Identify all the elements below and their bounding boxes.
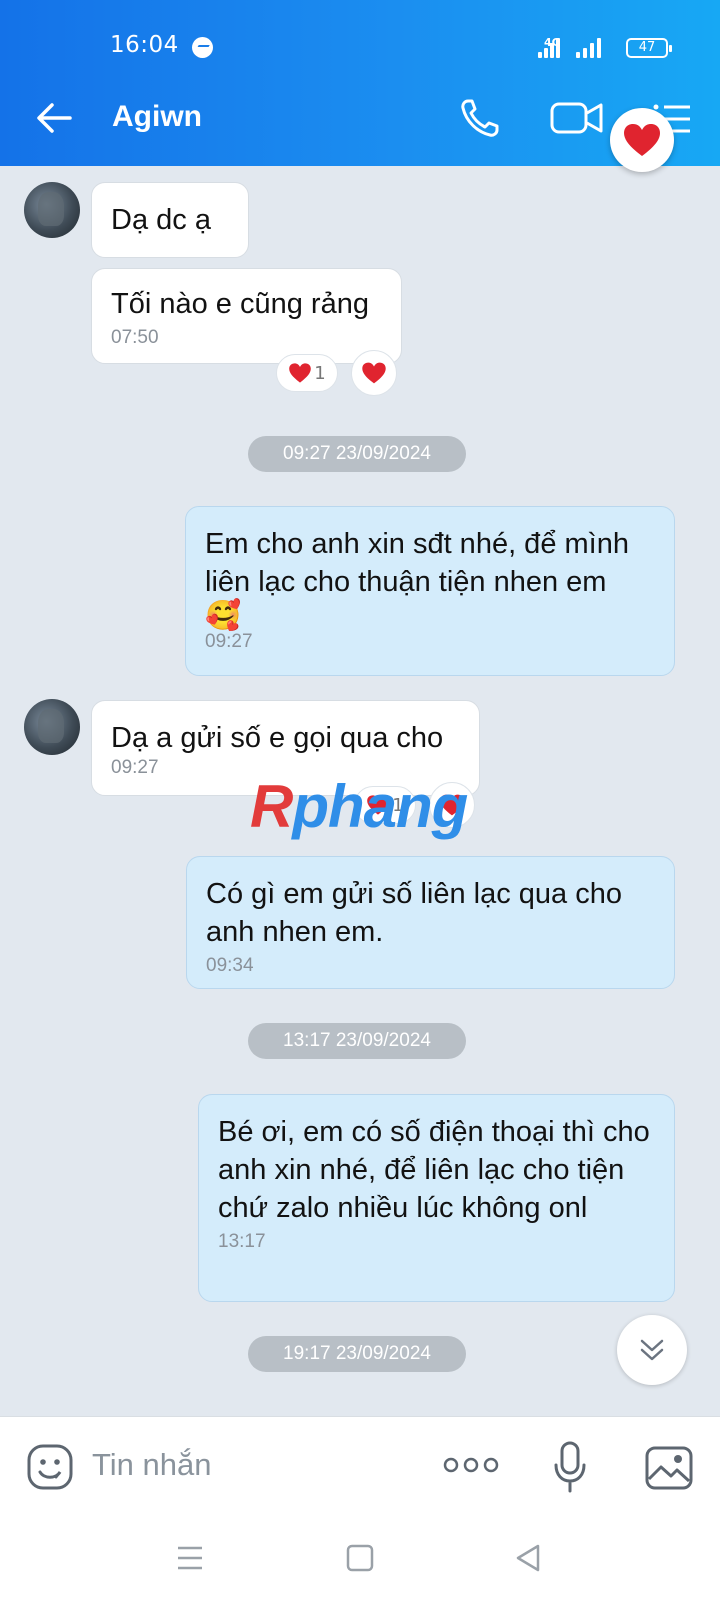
react-heart-button[interactable] — [351, 350, 397, 396]
emoji-icon[interactable] — [26, 1443, 74, 1491]
microphone-icon[interactable] — [552, 1441, 588, 1493]
heart-icon — [624, 124, 660, 156]
message-time: 09:27 — [205, 631, 253, 652]
signal-icon-2 — [576, 38, 604, 58]
message-time: 13:17 — [218, 1231, 266, 1252]
message-text: Dạ a gửi số e gọi qua cho — [111, 722, 444, 754]
reaction-count-badge[interactable]: 1 — [276, 354, 338, 392]
message-bubble-outgoing[interactable]: Có gì em gửi số liên lạc qua cho anh nhe… — [186, 856, 675, 989]
heart-icon — [289, 363, 312, 383]
chevron-double-down-icon — [640, 1339, 664, 1361]
watermark-logo: Rphang — [250, 772, 468, 841]
status-time: 16:04 — [110, 32, 179, 58]
signal-icon — [538, 38, 564, 58]
avatar[interactable] — [24, 182, 80, 238]
video-camera-icon[interactable] — [550, 98, 604, 138]
message-text: Dạ dc ạ — [111, 204, 211, 236]
more-dots-icon[interactable] — [443, 1455, 499, 1475]
date-separator: 13:17 23/09/2024 — [248, 1023, 466, 1059]
battery-indicator: 47 — [626, 38, 672, 58]
status-bar: 16:04 4G 47 — [0, 0, 720, 72]
contact-name[interactable]: Agiwn — [112, 100, 202, 134]
date-separator: 09:27 23/09/2024 — [248, 436, 466, 472]
date-separator: 19:17 23/09/2024 — [248, 1336, 466, 1372]
image-icon[interactable] — [644, 1445, 694, 1491]
nav-back-icon[interactable] — [508, 1538, 548, 1578]
system-navigation-bar — [0, 1516, 720, 1600]
back-arrow-icon[interactable] — [34, 98, 74, 138]
message-bubble-outgoing[interactable]: Em cho anh xin sđt nhé, để mình liên lạc… — [185, 506, 675, 676]
message-text: Bé ơi, em có số điện thoại thì cho anh x… — [218, 1116, 650, 1224]
message-time: 09:34 — [206, 955, 254, 976]
watermark-part: phang — [292, 773, 468, 840]
home-icon[interactable] — [340, 1538, 380, 1578]
recent-apps-icon[interactable] — [170, 1538, 210, 1578]
message-input-bar: Tin nhắn — [0, 1416, 720, 1516]
message-input[interactable]: Tin nhắn — [92, 1447, 212, 1483]
message-text: Tối nào e cũng rảng — [111, 288, 369, 320]
phone-icon[interactable] — [458, 96, 502, 140]
message-text: Em cho anh xin sđt nhé, để mình liên lạc… — [205, 528, 629, 598]
message-bubble-incoming[interactable]: Tối nào e cũng rảng 07:50 — [91, 268, 402, 364]
messenger-notification-icon — [192, 37, 213, 58]
floating-heart-button[interactable] — [610, 108, 674, 172]
avatar[interactable] — [24, 699, 80, 755]
message-bubble-incoming[interactable]: Dạ dc ạ — [91, 182, 249, 258]
message-time: 07:50 — [111, 327, 159, 348]
message-text: Có gì em gửi số liên lạc qua cho anh nhe… — [206, 878, 622, 948]
heart-icon — [362, 362, 386, 384]
reaction-count: 1 — [314, 362, 326, 384]
watermark-part: R — [250, 773, 293, 840]
message-emoji: 🥰 — [205, 600, 242, 632]
message-bubble-outgoing[interactable]: Bé ơi, em có số điện thoại thì cho anh x… — [198, 1094, 675, 1302]
scroll-to-bottom-button[interactable] — [617, 1315, 687, 1385]
